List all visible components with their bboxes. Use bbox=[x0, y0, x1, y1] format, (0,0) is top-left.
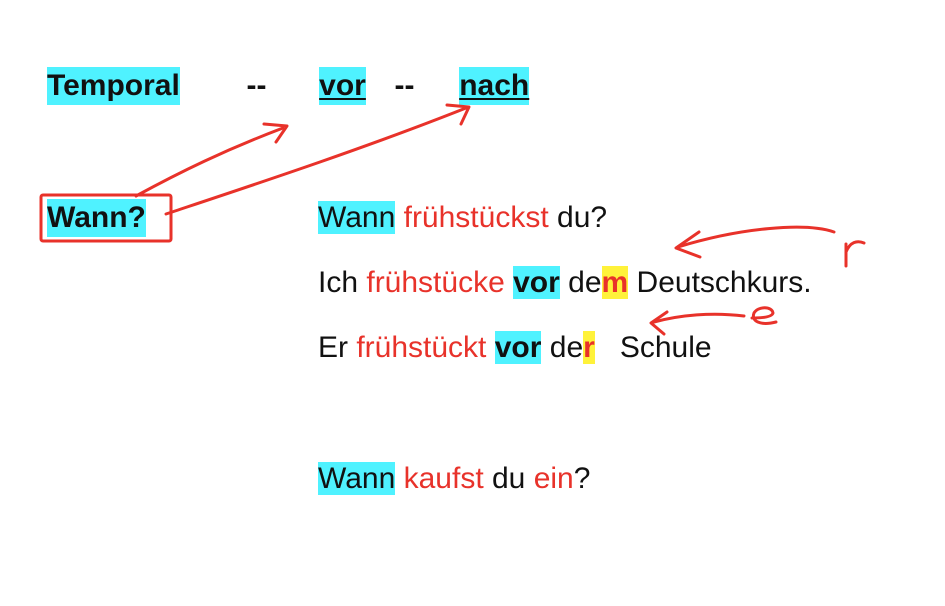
article-ending: r bbox=[583, 331, 595, 364]
sentence-rest: Deutschkurs. bbox=[628, 266, 812, 299]
arrowhead-nach bbox=[445, 103, 471, 126]
arrowhead-vor bbox=[262, 122, 289, 144]
subject: Er bbox=[318, 331, 357, 364]
sentence-1: Wann frühstückst du? bbox=[318, 199, 607, 237]
preposition-vor: vor bbox=[319, 67, 366, 105]
preposition-nach: nach bbox=[459, 67, 530, 105]
sentence-rest: Schule bbox=[594, 331, 712, 364]
temporal-label: Temporal bbox=[47, 67, 180, 105]
verb: frühstücke bbox=[366, 266, 505, 299]
article-stem: de bbox=[559, 266, 602, 299]
preposition-vor: vor bbox=[513, 266, 560, 299]
verb: kaufst bbox=[403, 462, 484, 495]
article-ending: m bbox=[601, 266, 629, 299]
arrow-to-m bbox=[676, 225, 836, 249]
subject: Ich bbox=[318, 266, 367, 299]
word-wann: Wann bbox=[318, 201, 396, 234]
question-label: Wann? bbox=[47, 199, 146, 237]
sentence-rest: du? bbox=[548, 201, 608, 234]
article-stem: de bbox=[541, 331, 584, 364]
dash-separator: -- bbox=[246, 69, 267, 102]
verb: frühstückt bbox=[356, 331, 487, 364]
verb: frühstückst bbox=[403, 201, 549, 234]
dash-separator: -- bbox=[394, 69, 415, 102]
sentence-2: Ich frühstücke vor dem Deutschkurs. bbox=[318, 264, 812, 302]
word-wann: Wann bbox=[318, 462, 396, 495]
handwritten-r bbox=[844, 240, 866, 268]
arrow-to-r bbox=[652, 312, 746, 324]
punctuation: ? bbox=[573, 462, 591, 495]
handwritten-e bbox=[750, 306, 778, 325]
sentence-3: Er frühstückt vor der Schule bbox=[318, 329, 712, 367]
separable-prefix: ein bbox=[533, 462, 574, 495]
sentence-4: Wann kaufst du ein? bbox=[318, 460, 590, 498]
preposition-vor: vor bbox=[494, 331, 542, 364]
arrow-to-vor bbox=[134, 126, 285, 198]
subject: du bbox=[483, 462, 534, 495]
arrowhead-m bbox=[674, 230, 702, 259]
header-line: Temporal -- vor -- nach bbox=[47, 67, 530, 105]
wann-question: Wann? bbox=[47, 199, 146, 237]
